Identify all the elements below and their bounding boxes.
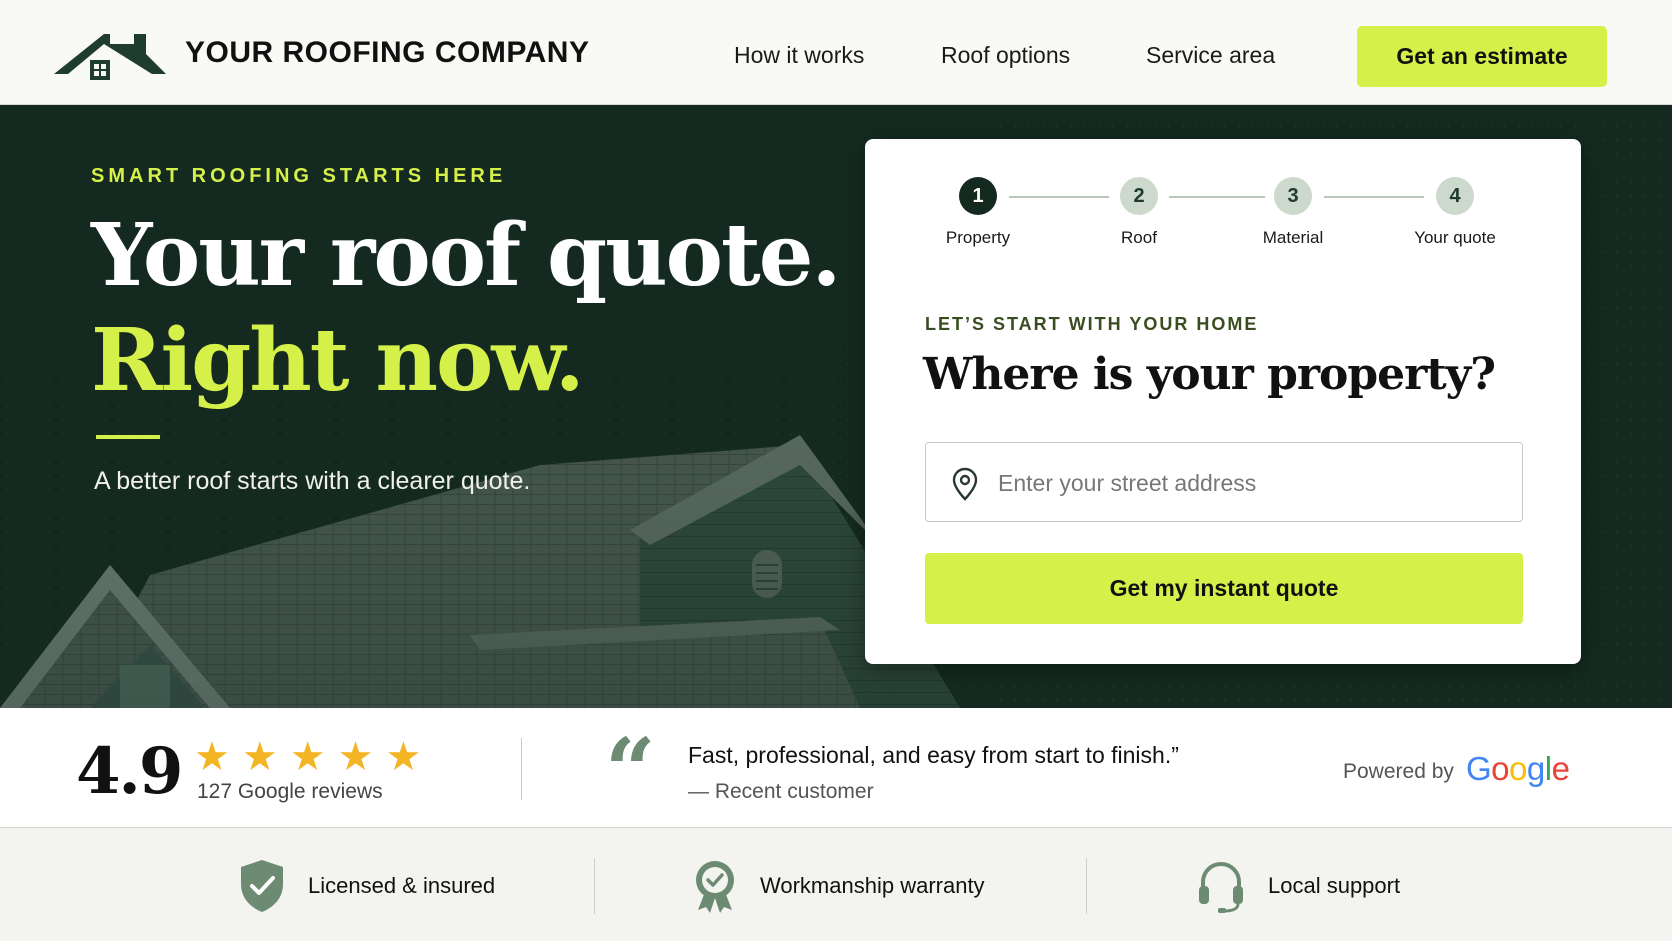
step-roof[interactable]: 2 Roof xyxy=(1079,177,1199,248)
reviews-divider xyxy=(521,738,522,800)
nav-service-area[interactable]: Service area xyxy=(1146,42,1275,69)
google-letter-g: G xyxy=(1466,750,1492,787)
location-pin-icon xyxy=(952,467,978,501)
google-letter-o2: o xyxy=(1509,750,1527,787)
google-letter-l: l xyxy=(1544,750,1552,787)
hero-headline-line1: Your roof quote. xyxy=(91,205,841,306)
site-header: YOUR ROOFING COMPANY How it works Roof o… xyxy=(0,0,1672,105)
get-estimate-button[interactable]: Get an estimate xyxy=(1357,26,1607,87)
step-number-2: 2 xyxy=(1120,177,1158,215)
address-field[interactable] xyxy=(925,442,1523,522)
quote-mark-icon: “ xyxy=(605,718,656,822)
step-number-3: 3 xyxy=(1274,177,1312,215)
features-bar: Licensed & insured Workmanship warranty … xyxy=(0,828,1672,941)
testimonial-quote: Fast, professional, and easy from start … xyxy=(688,742,1179,768)
google-letter-e: e xyxy=(1551,750,1570,787)
feature-divider-2 xyxy=(1086,858,1087,914)
step-label-your-quote: Your quote xyxy=(1414,228,1496,247)
feature-support: Local support xyxy=(1196,858,1400,914)
award-badge-icon xyxy=(696,861,734,913)
brand-name[interactable]: YOUR ROOFING COMPANY xyxy=(185,36,589,70)
reviews-strip: 4.9 ★★★★★ 127 Google reviews “ Fast, pro… xyxy=(0,708,1672,828)
house-roof-logo-icon[interactable] xyxy=(54,30,166,82)
hero-accent-rule xyxy=(96,435,160,439)
feature-divider-1 xyxy=(594,858,595,914)
step-label-material: Material xyxy=(1262,228,1324,247)
step-number-4: 4 xyxy=(1436,177,1474,215)
rating-value: 4.9 xyxy=(76,734,183,809)
nav-roof-options[interactable]: Roof options xyxy=(941,42,1070,69)
step-your-quote[interactable]: 4 Your quote xyxy=(1395,177,1515,248)
feature-label-licensed: Licensed & insured xyxy=(308,873,496,898)
review-count[interactable]: 127 Google reviews xyxy=(197,780,383,804)
feature-warranty: Workmanship warranty xyxy=(692,858,985,914)
feature-licensed: Licensed & insured xyxy=(238,858,495,914)
quote-form-card: 1 Property 2 Roof 3 Material 4 Your quot… xyxy=(865,139,1581,664)
step-material[interactable]: 3 Material xyxy=(1233,177,1353,248)
step-label-property: Property xyxy=(945,228,1011,247)
card-eyebrow: LET’S START WITH YOUR HOME xyxy=(925,314,1259,334)
hero-headline-line2: Right now. xyxy=(91,310,585,411)
nav-how-it-works[interactable]: How it works xyxy=(734,42,864,69)
hero-subtext: A better roof starts with a clearer quot… xyxy=(94,467,531,495)
step-number-1: 1 xyxy=(959,177,997,215)
headset-icon xyxy=(1199,861,1243,913)
feature-label-support: Local support xyxy=(1268,873,1401,898)
card-title: Where is your property? xyxy=(923,349,1496,400)
address-input[interactable] xyxy=(998,461,1498,505)
google-letter-o1: o xyxy=(1491,750,1510,787)
google-letter-g2: g xyxy=(1526,750,1545,787)
testimonial-author: — Recent customer xyxy=(688,780,874,803)
feature-label-warranty: Workmanship warranty xyxy=(760,873,985,898)
get-instant-quote-button[interactable]: Get my instant quote xyxy=(925,553,1523,624)
hero-eyebrow: SMART ROOFING STARTS HERE xyxy=(91,165,507,187)
step-label-roof: Roof xyxy=(1121,228,1157,247)
powered-by-label: Powered by xyxy=(1343,760,1454,783)
step-property[interactable]: 1 Property xyxy=(918,177,1038,248)
shield-check-icon xyxy=(241,860,283,912)
google-logo[interactable]: Google xyxy=(1466,750,1570,788)
rating-stars-icon: ★★★★★ xyxy=(194,735,434,779)
